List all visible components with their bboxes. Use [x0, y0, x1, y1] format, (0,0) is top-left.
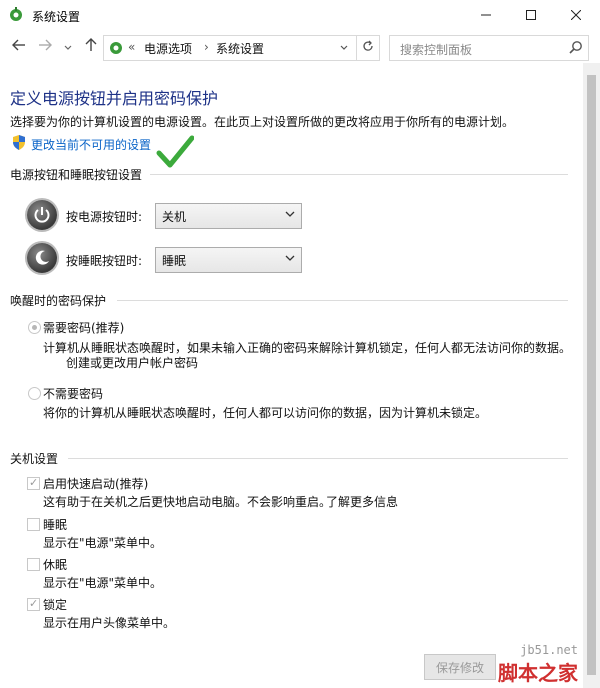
shutdown-section-title: 关机设置 [10, 452, 59, 466]
breadcrumb-power-options[interactable]: 电源选项 [144, 40, 192, 57]
breadcrumb-overflow[interactable]: « [128, 40, 135, 54]
search-icon[interactable] [569, 40, 583, 57]
hibernate-description: 显示在"电源"菜单中。 [43, 576, 163, 590]
minimize-button[interactable] [464, 0, 508, 31]
address-dropdown-icon[interactable] [340, 40, 348, 54]
checkmark-icon: ✓ [29, 597, 39, 610]
power-section-divider [150, 174, 568, 175]
title-bar: 系统设置 [0, 0, 600, 31]
breadcrumb-system-settings[interactable]: 系统设置 [216, 40, 264, 57]
maximize-icon [526, 8, 536, 24]
minimize-icon [481, 8, 491, 24]
search-input[interactable]: 搜索控制面板 [389, 35, 589, 61]
close-button[interactable] [554, 0, 598, 31]
no-password-radio[interactable] [28, 387, 41, 400]
require-password-radio[interactable] [28, 321, 41, 334]
recent-locations-button[interactable] [62, 37, 74, 57]
forward-arrow-icon [38, 39, 52, 55]
control-panel-icon [8, 7, 24, 23]
power-button-value: 关机 [162, 210, 187, 224]
refresh-icon [362, 40, 374, 56]
power-button-label: 按电源按钮时: [66, 210, 143, 224]
create-password-link[interactable]: 创建或更改用户帐户密码 [66, 354, 198, 371]
password-section-title: 唤醒时的密码保护 [10, 294, 107, 308]
checkmark-icon: ✓ [29, 476, 39, 489]
lock-label: 锁定 [43, 598, 68, 612]
require-password-label: 需要密码(推荐) [43, 321, 125, 335]
learn-more-link[interactable]: 了解更多信息 [326, 493, 398, 510]
lock-checkbox[interactable]: ✓ [27, 597, 40, 611]
address-bar-area: « 电源选项 › 系统设置 搜索控制面板 [0, 31, 600, 63]
watermark-site: jb51.net [520, 643, 578, 657]
back-arrow-icon [12, 39, 26, 55]
search-placeholder: 搜索控制面板 [400, 43, 473, 57]
chevron-down-icon [285, 252, 295, 265]
chevron-down-icon [285, 208, 295, 221]
chevron-down-icon [64, 39, 72, 55]
shutdown-section-divider [68, 458, 568, 459]
sleep-description: 显示在"电源"菜单中。 [43, 536, 163, 550]
sleep-button-icon [27, 243, 57, 273]
no-password-label: 不需要密码 [43, 387, 104, 401]
fast-startup-label: 启用快速启动(推荐) [43, 477, 149, 491]
sleep-button-value: 睡眠 [162, 254, 187, 268]
power-button-icon [27, 200, 57, 230]
address-box[interactable]: « 电源选项 › 系统设置 [103, 35, 357, 61]
up-button[interactable] [82, 37, 100, 57]
sleep-button-select[interactable]: 睡眠 [155, 247, 302, 273]
sleep-label: 睡眠 [43, 518, 68, 532]
no-password-description: 将你的计算机从睡眠状态唤醒时，任何人都可以访问你的数据，因为计算机未锁定。 [43, 406, 488, 420]
close-icon [570, 8, 582, 24]
forward-button[interactable] [36, 37, 54, 57]
back-button[interactable] [10, 37, 28, 57]
main-content: 定义电源按钮并启用密码保护 选择要为你的计算机设置的电源设置。在此页上对设置所做… [0, 63, 582, 688]
lock-description: 显示在用户头像菜单中。 [43, 616, 176, 630]
hibernate-label: 休眠 [43, 558, 68, 572]
refresh-button[interactable] [357, 35, 380, 61]
uac-shield-icon [12, 135, 26, 153]
vertical-scrollbar[interactable] [583, 63, 600, 688]
fast-startup-description: 这有助于在关机之后更快地启动电脑。不会影响重启。 [43, 495, 332, 509]
window-title: 系统设置 [32, 10, 81, 24]
watermark-name: 脚本之家 [498, 661, 578, 685]
maximize-button[interactable] [509, 0, 553, 31]
green-checkmark-icon [156, 135, 195, 172]
up-arrow-icon [85, 38, 97, 56]
watermark: jb51.net 脚本之家 [498, 643, 578, 686]
breadcrumb-separator-icon: › [204, 40, 209, 54]
sleep-checkbox[interactable] [27, 518, 40, 531]
page-title: 定义电源按钮并启用密码保护 [10, 89, 219, 108]
hibernate-checkbox[interactable] [27, 558, 40, 571]
fast-startup-checkbox[interactable]: ✓ [27, 476, 40, 490]
password-section-divider [117, 300, 568, 301]
change-settings-link[interactable]: 更改当前不可用的设置 [31, 136, 151, 153]
power-button-select[interactable]: 关机 [155, 203, 302, 229]
sleep-button-label: 按睡眠按钮时: [66, 254, 143, 268]
save-changes-button[interactable]: 保存修改 [424, 654, 496, 680]
control-panel-icon [108, 40, 124, 59]
scrollbar-thumb[interactable] [587, 75, 596, 675]
power-section-title: 电源按钮和睡眠按钮设置 [10, 168, 143, 182]
page-description: 选择要为你的计算机设置的电源设置。在此页上对设置所做的更改将应用于你所有的电源计… [10, 115, 515, 129]
